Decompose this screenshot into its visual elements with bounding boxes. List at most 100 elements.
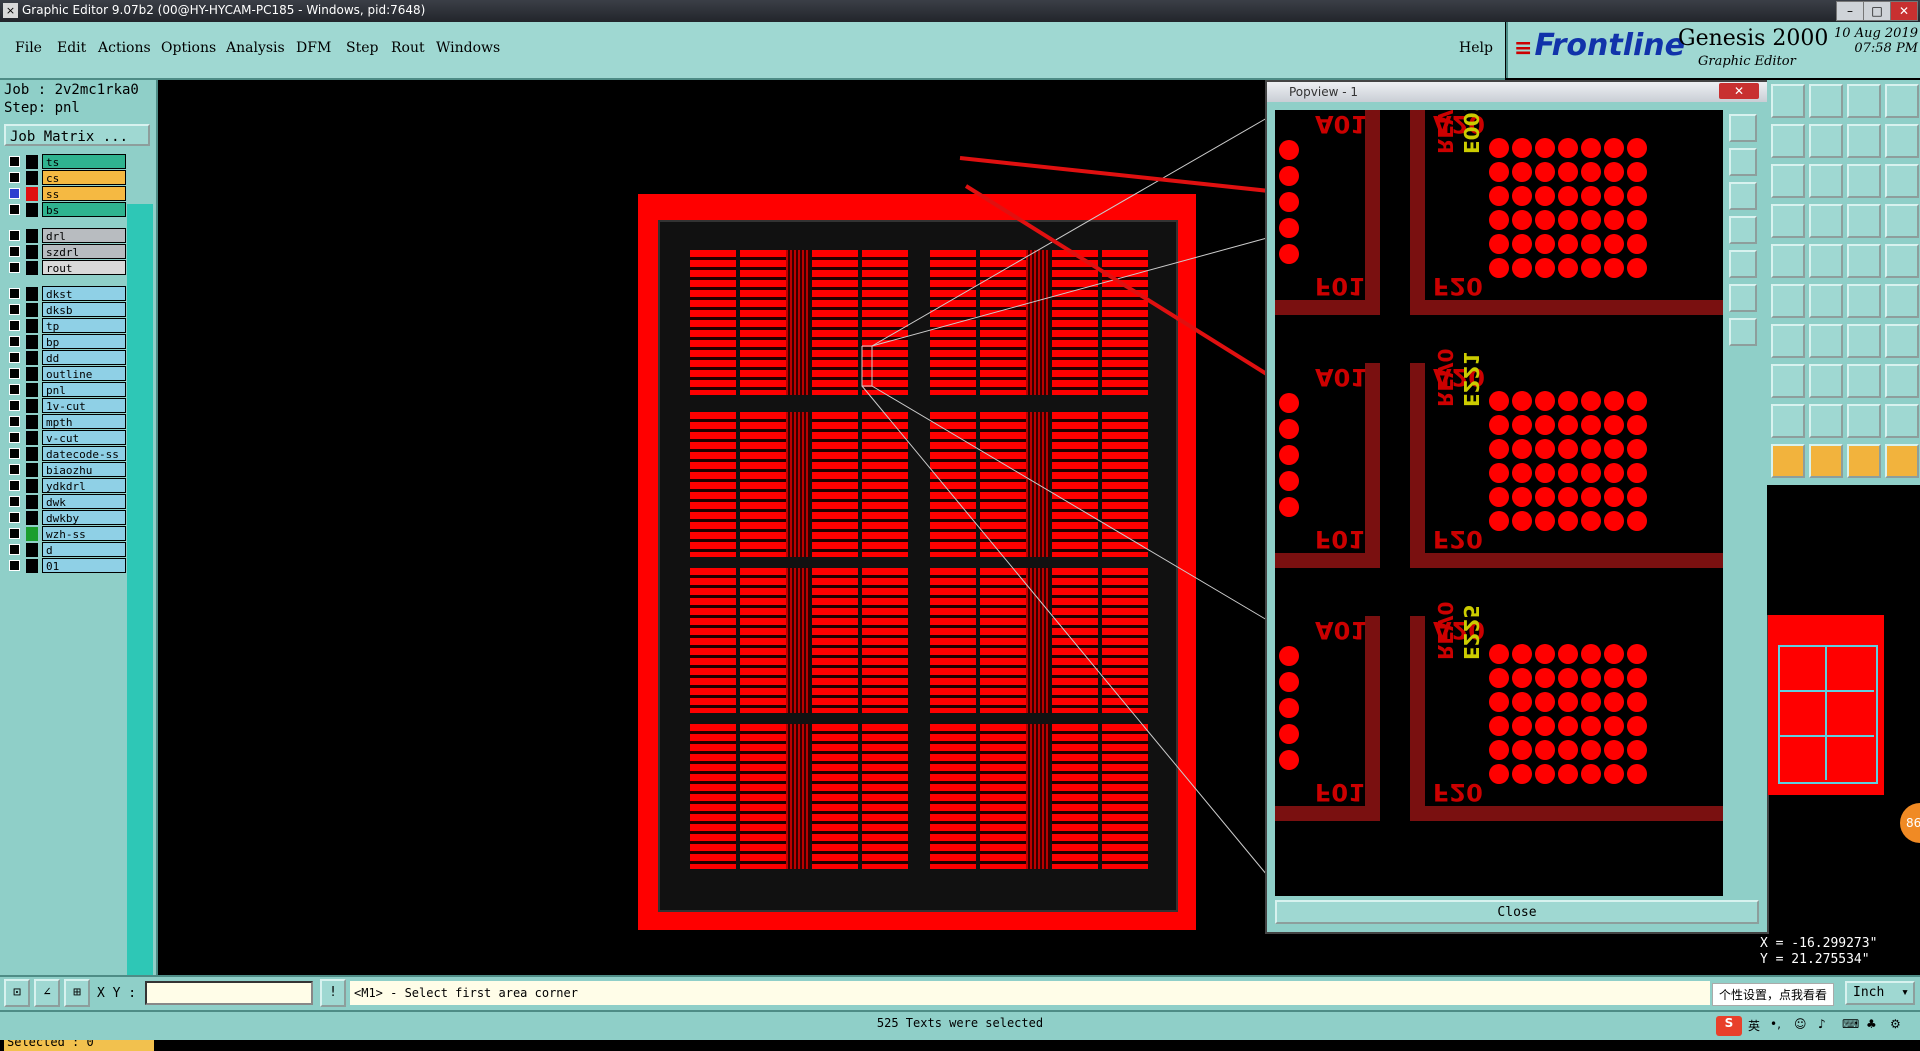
fit-icon[interactable] xyxy=(1729,284,1757,312)
pad xyxy=(1512,138,1532,158)
ime-keyboard-icon[interactable]: ⌨ xyxy=(1842,1017,1859,1031)
triangle-icon[interactable] xyxy=(1809,404,1843,438)
grid-icon[interactable]: ⊞ xyxy=(64,979,90,1007)
ime-punct-icon[interactable]: •, xyxy=(1770,1017,1781,1031)
zoom-area-icon[interactable] xyxy=(1729,216,1757,244)
pad xyxy=(1279,419,1299,439)
pad xyxy=(1535,487,1555,507)
pad xyxy=(1535,234,1555,254)
cross-icon[interactable] xyxy=(1809,284,1843,318)
undo-icon[interactable] xyxy=(1771,124,1805,158)
connect-icon[interactable] xyxy=(1771,284,1805,318)
pad xyxy=(1512,415,1532,435)
pad xyxy=(1627,511,1647,531)
ruler-icon[interactable] xyxy=(1847,244,1881,278)
ime-tools-icon[interactable]: ⚙ xyxy=(1890,1017,1901,1031)
box-icon[interactable] xyxy=(1847,364,1881,398)
measure-icon[interactable] xyxy=(1885,204,1919,238)
zoom-home-icon[interactable] xyxy=(1729,114,1757,142)
cursor-icon[interactable] xyxy=(1885,444,1919,478)
step-minimap[interactable] xyxy=(1768,615,1884,795)
pad xyxy=(1604,258,1624,278)
pad xyxy=(1604,415,1624,435)
zoom-out-icon[interactable] xyxy=(1729,182,1757,210)
arc-icon[interactable] xyxy=(1847,324,1881,358)
pad xyxy=(1581,716,1601,736)
cursor-icon[interactable] xyxy=(1847,444,1881,478)
exclaim-icon[interactable]: ! xyxy=(320,979,346,1007)
triangle-icon[interactable] xyxy=(1771,404,1805,438)
pad xyxy=(1581,692,1601,712)
popview-close-x[interactable]: ✕ xyxy=(1719,83,1759,99)
unit-value: Inch xyxy=(1853,985,1885,1000)
a-shape-icon[interactable] xyxy=(1847,404,1881,438)
ime-lang[interactable]: 英 xyxy=(1748,1017,1760,1034)
copy-icon[interactable] xyxy=(1809,84,1843,118)
pad xyxy=(1489,692,1509,712)
angle-icon[interactable]: ∠ xyxy=(34,979,60,1007)
panel-icon[interactable] xyxy=(1771,164,1805,198)
net-icon[interactable] xyxy=(1771,364,1805,398)
label-f20: F20 xyxy=(1433,272,1483,300)
line-icon[interactable] xyxy=(1771,324,1805,358)
pad xyxy=(1512,716,1532,736)
pad xyxy=(1535,463,1555,483)
align-icon[interactable] xyxy=(1885,164,1919,198)
pad xyxy=(1535,415,1555,435)
toolbar-gap xyxy=(1767,485,1920,615)
pad xyxy=(1558,234,1578,254)
center-icon[interactable] xyxy=(1729,318,1757,346)
route-icon[interactable] xyxy=(1885,324,1919,358)
minimap-frame xyxy=(1778,645,1878,784)
rotate-icon[interactable] xyxy=(1771,204,1805,238)
cursor-icon[interactable] xyxy=(1809,444,1843,478)
unit-selector[interactable]: Inch ▾ xyxy=(1845,981,1915,1005)
pad xyxy=(1279,445,1299,465)
home-icon[interactable] xyxy=(1847,84,1881,118)
pad xyxy=(1279,140,1299,160)
pad xyxy=(1558,439,1578,459)
pad xyxy=(1604,644,1624,664)
slash-icon[interactable] xyxy=(1809,324,1843,358)
redo-icon[interactable] xyxy=(1809,124,1843,158)
mark-icon[interactable] xyxy=(1809,244,1843,278)
layer-icon[interactable] xyxy=(1885,84,1919,118)
select-icon[interactable] xyxy=(1771,244,1805,278)
pan-icon[interactable] xyxy=(1729,250,1757,278)
label-rev0: REV0 xyxy=(1433,601,1457,660)
sogou-ime-icon[interactable]: S xyxy=(1716,1016,1742,1036)
pad-icon[interactable] xyxy=(1885,244,1919,278)
pad xyxy=(1604,692,1624,712)
minus-icon[interactable] xyxy=(1809,364,1843,398)
pad xyxy=(1604,511,1624,531)
a-shape-icon[interactable] xyxy=(1885,404,1919,438)
measure-icon[interactable] xyxy=(1847,204,1881,238)
link-icon[interactable] xyxy=(1885,284,1919,318)
pad xyxy=(1627,644,1647,664)
ime-tip[interactable]: 个性设置，点我看看 xyxy=(1712,983,1835,1006)
grid-cell-icon[interactable] xyxy=(1809,204,1843,238)
pad xyxy=(1512,511,1532,531)
status-message: 525 Texts were selected xyxy=(876,1016,1044,1030)
popview-close-button[interactable]: Close xyxy=(1275,900,1759,924)
pad xyxy=(1489,234,1509,254)
coord-x: X = -16.299273" xyxy=(1760,936,1878,951)
ime-skin-icon[interactable]: ♣ xyxy=(1866,1017,1877,1031)
stack-icon[interactable] xyxy=(1885,124,1919,158)
popview-canvas[interactable]: A01 A20 F01 F20 REV0 E001 A01 A20 F01 F20 REV0 E221… xyxy=(1275,110,1723,896)
pad xyxy=(1581,210,1601,230)
move-icon[interactable] xyxy=(1771,84,1805,118)
chip-icon[interactable] xyxy=(1885,364,1919,398)
cursor-icon[interactable] xyxy=(1771,444,1805,478)
snap-icon[interactable]: ⊡ xyxy=(4,979,30,1007)
xy-input[interactable] xyxy=(145,981,313,1005)
zoom-in-icon[interactable] xyxy=(1729,148,1757,176)
unit-dropdown-icon: ▾ xyxy=(1901,985,1909,1000)
split-icon[interactable] xyxy=(1847,124,1881,158)
point-icon[interactable] xyxy=(1847,284,1881,318)
ime-emoji-icon[interactable]: ☺ xyxy=(1794,1017,1807,1031)
ratio-icon[interactable] xyxy=(1847,164,1881,198)
resize-icon[interactable] xyxy=(1809,164,1843,198)
pad xyxy=(1558,644,1578,664)
ime-mic-icon[interactable]: ♪ xyxy=(1818,1017,1826,1031)
